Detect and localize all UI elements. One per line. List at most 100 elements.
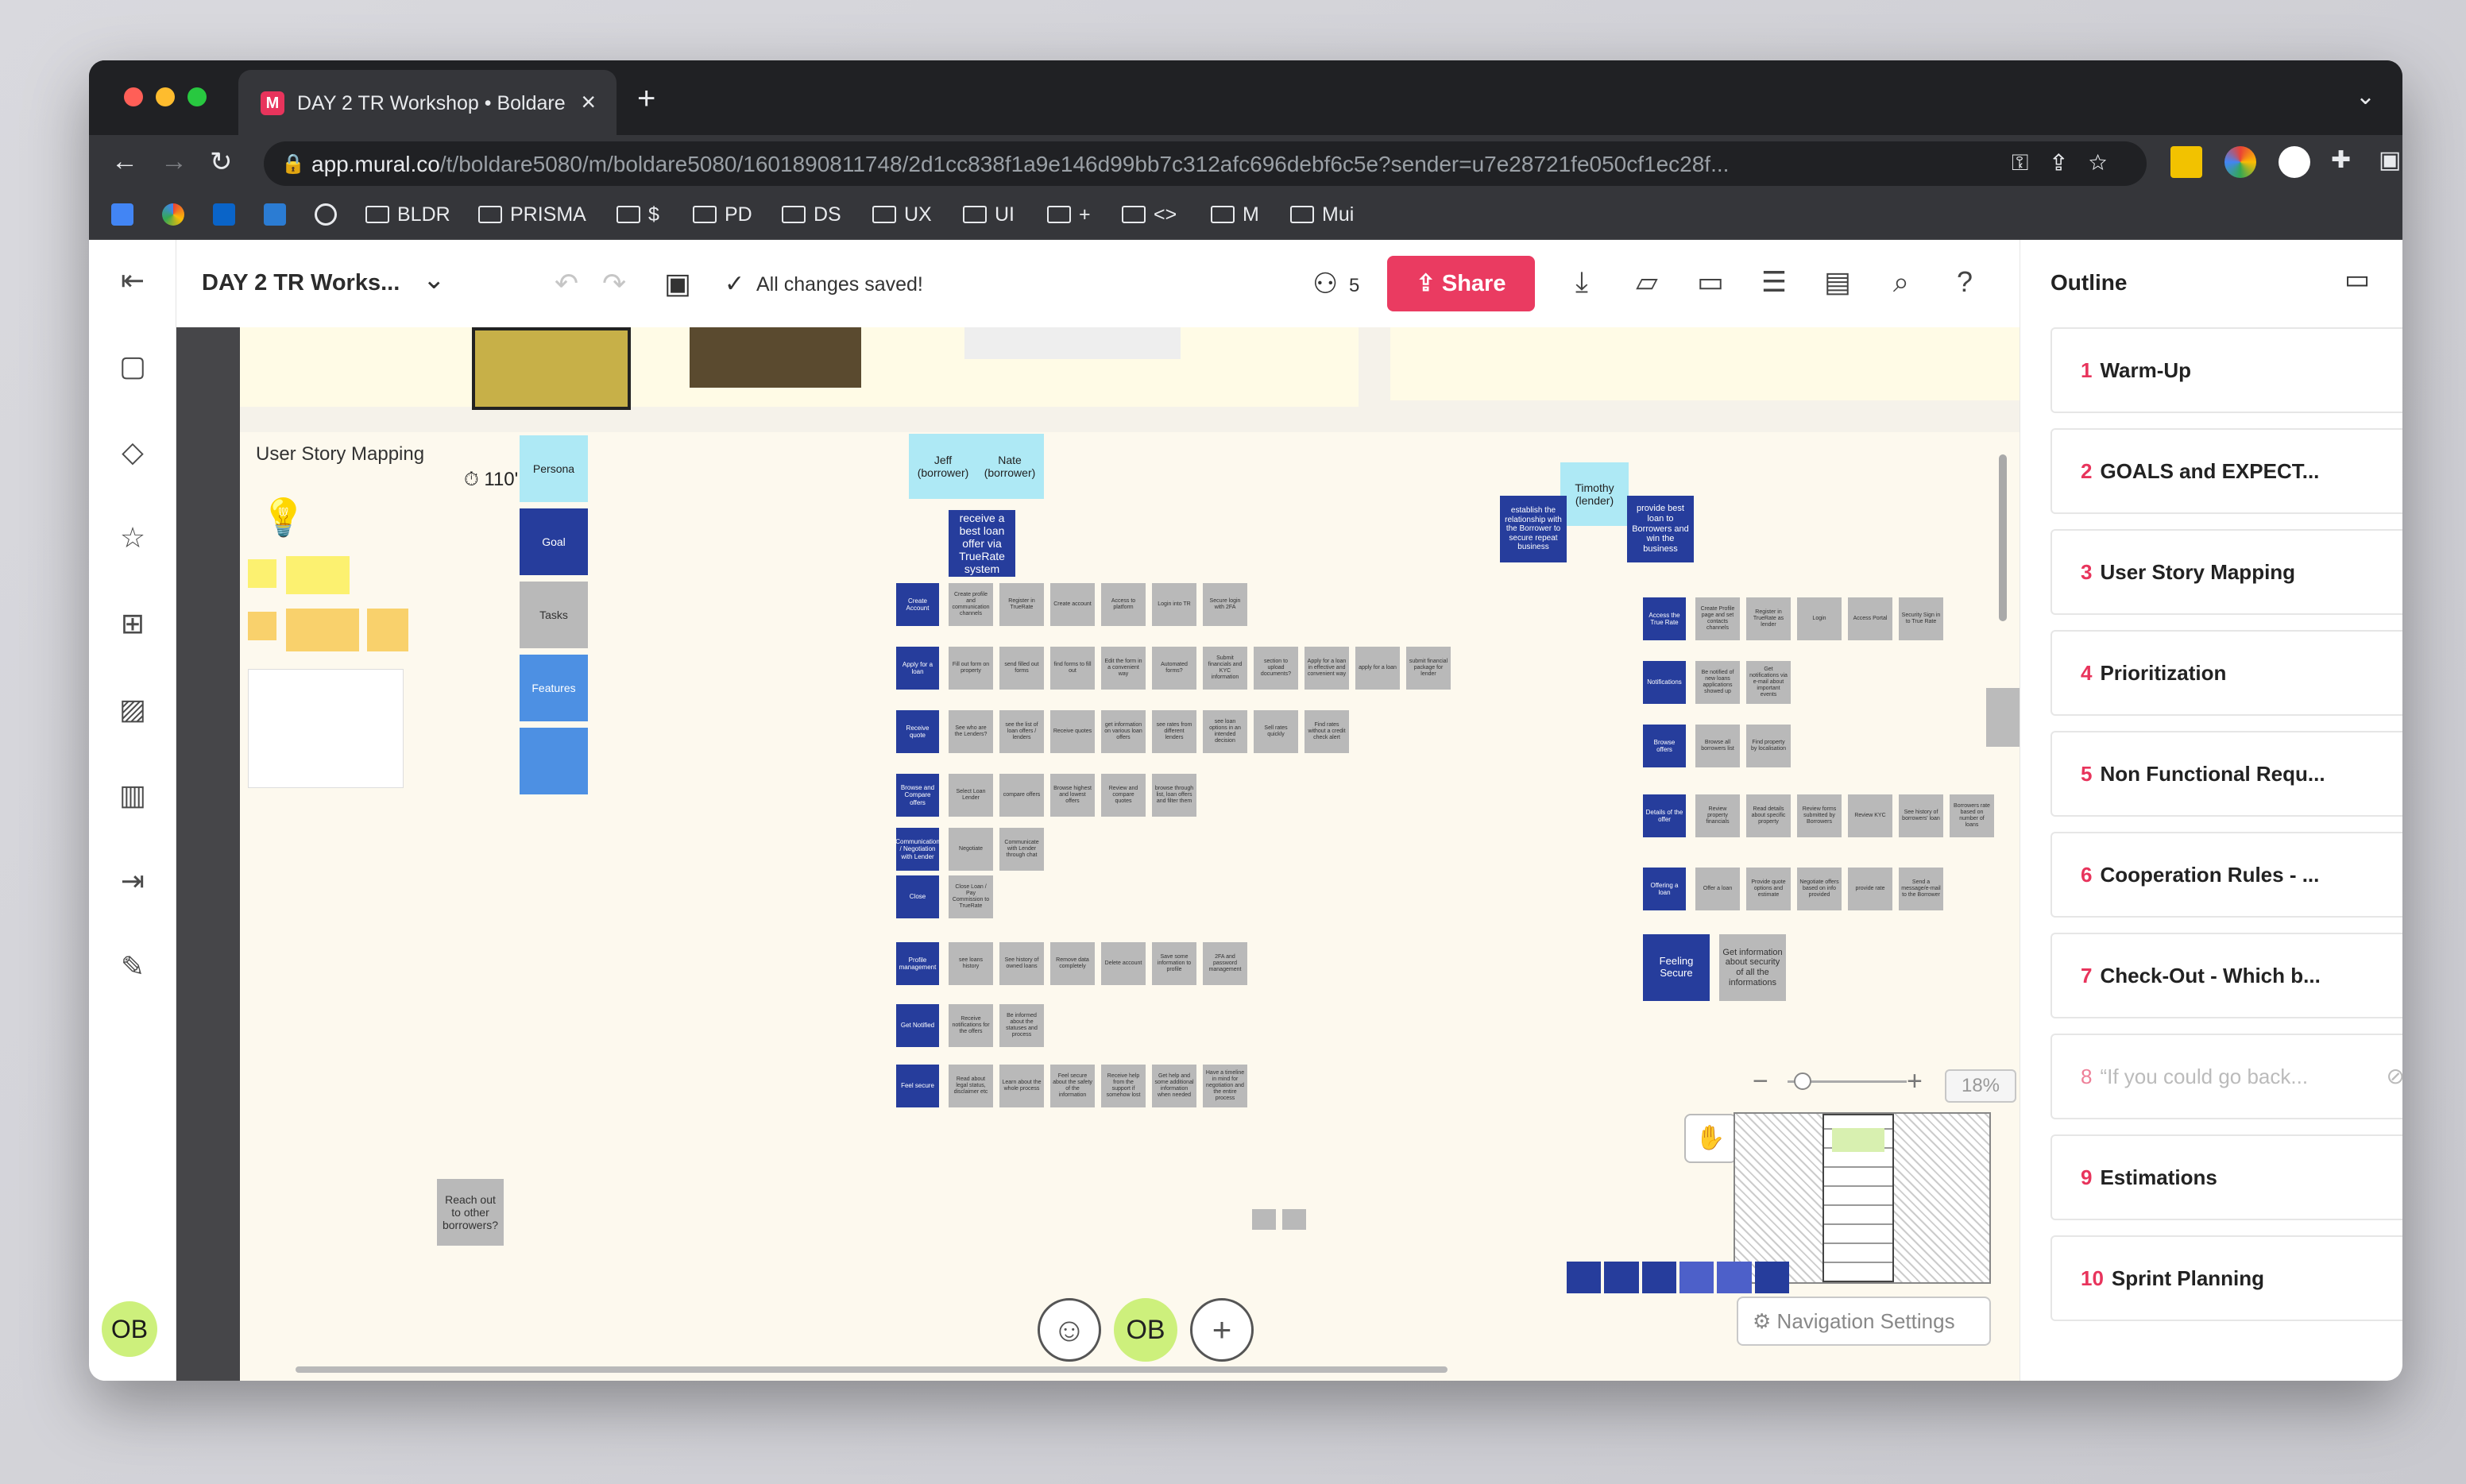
outline-item[interactable]: 8 “If you could go back... ⊘ [2050, 1034, 2402, 1119]
task-sticky[interactable]: Automated forms? [1152, 647, 1196, 690]
outline-item[interactable]: 10 Sprint Planning [2050, 1235, 2402, 1321]
small-sticky[interactable] [1282, 1209, 1306, 1230]
bookmark-folder-m[interactable]: M [1211, 203, 1259, 226]
task-sticky[interactable]: Access to platform [1101, 583, 1146, 626]
outline-item[interactable]: 4 Prioritization [2050, 630, 2402, 716]
reactions-smiley-icon[interactable]: ☺ [1038, 1298, 1101, 1362]
question-sticky[interactable]: Reach out to other borrowers? [437, 1179, 504, 1246]
task-sticky[interactable]: Get notifications via e-mail about impor… [1746, 661, 1791, 704]
task-sticky[interactable]: See history of borrowers' loan [1899, 794, 1943, 837]
activity-sticky[interactable]: Browse offers [1643, 725, 1686, 767]
bookmark-folder-pd[interactable]: PD [693, 203, 752, 226]
outline-item[interactable]: 2 GOALS and EXPECT... [2050, 428, 2402, 514]
task-sticky[interactable]: Browse all borrowers list [1695, 725, 1740, 767]
activity-sticky[interactable]: Apply for a loan [896, 647, 939, 690]
legend-features[interactable]: Features [520, 655, 588, 721]
add-icon[interactable]: + [1190, 1298, 1254, 1362]
tab-close-icon[interactable]: × [581, 87, 596, 117]
comments-icon[interactable]: ▭ [1691, 262, 1730, 302]
pan-hand-icon[interactable]: ✋ [1684, 1114, 1737, 1163]
url-bar[interactable]: 🔒 app.mural.co/t/boldare5080/m/boldare50… [264, 141, 2147, 186]
outline-item[interactable]: 6 Cooperation Rules - ... [2050, 832, 2402, 918]
zoom-in-icon[interactable]: + [1907, 1066, 1923, 1097]
outline-item[interactable]: 3 User Story Mapping [2050, 529, 2402, 615]
small-sticky[interactable] [1252, 1209, 1276, 1230]
outline-item[interactable]: 1 Warm-Up [2050, 327, 2402, 413]
task-sticky[interactable]: Fill out form on property [949, 647, 993, 690]
list-icon[interactable]: ▤ [1818, 262, 1857, 302]
task-sticky[interactable]: Receive help from the support if somehow… [1101, 1065, 1146, 1107]
navigation-settings-button[interactable]: ⚙ Navigation Settings [1737, 1297, 1991, 1346]
task-sticky[interactable]: Select Loan Lender [949, 774, 993, 817]
task-sticky[interactable]: Review forms submitted by Borrowers [1797, 794, 1842, 837]
task-sticky[interactable]: See history of owned loans [999, 942, 1044, 985]
calendar-bookmark-icon[interactable] [111, 203, 133, 226]
task-sticky[interactable]: Borrowers rate based on number of loans [1950, 794, 1994, 837]
bookmark-folder-dollar[interactable]: $ [616, 203, 659, 226]
exit-board-icon[interactable]: ⇤ [113, 261, 153, 300]
task-sticky[interactable]: Negotiate offers based on info provided [1797, 868, 1842, 910]
download-icon[interactable]: ⤓ [1562, 262, 1602, 302]
minimize-window-icon[interactable] [156, 87, 175, 106]
task-sticky[interactable]: Get information about security of all th… [1719, 934, 1786, 1001]
task-sticky[interactable]: send filled out forms [999, 647, 1044, 690]
activity-sticky[interactable]: Receive quote [896, 710, 939, 753]
activity-sticky[interactable]: Profile management [896, 942, 939, 985]
zoom-percent[interactable]: 18% [1945, 1069, 2016, 1103]
task-sticky[interactable]: Sell rates quickly [1254, 710, 1298, 753]
office-bookmark-icon[interactable] [264, 203, 286, 226]
bookmark-folder-ux[interactable]: UX [872, 203, 932, 226]
task-sticky[interactable]: Receive quotes [1050, 710, 1095, 753]
activity-icon[interactable]: ☰ [1754, 262, 1794, 302]
task-sticky[interactable]: Review KYC [1848, 794, 1892, 837]
share-page-icon[interactable]: ⇪ [2052, 150, 2089, 175]
task-sticky[interactable]: Send a message/e-mail to the Borrower [1899, 868, 1943, 910]
browser-tab[interactable]: M DAY 2 TR Workshop • Boldare × [238, 70, 616, 135]
shapes-icon[interactable]: ◇ [113, 432, 153, 472]
puzzle-icon[interactable]: ✚ [2331, 146, 2351, 174]
task-sticky[interactable]: Negotiate [949, 828, 993, 871]
activity-sticky[interactable]: Close [896, 875, 939, 918]
legend-goal[interactable]: Goal [520, 508, 588, 575]
persona-sticky[interactable]: Jeff (borrower) [909, 434, 977, 499]
goal-sticky[interactable]: receive a best loan offer via TrueRate s… [949, 510, 1015, 577]
legend-persona[interactable]: Persona [520, 435, 588, 502]
task-sticky[interactable]: Save some information to profile [1152, 942, 1196, 985]
bookmark-folder-mui[interactable]: Mui [1290, 203, 1354, 226]
draw-pencil-icon[interactable]: ✎ [113, 947, 153, 987]
task-sticky[interactable]: Delete account [1101, 942, 1146, 985]
task-sticky[interactable]: Edit the form in a convenient way [1101, 647, 1146, 690]
task-sticky[interactable]: Be notified of new loans applications sh… [1695, 661, 1740, 704]
task-sticky[interactable]: see loans history [949, 942, 993, 985]
icons-star-icon[interactable]: ☆ [113, 518, 153, 558]
new-tab-icon[interactable]: + [637, 81, 655, 117]
task-sticky[interactable]: browse through list, loan offers and fil… [1152, 774, 1196, 817]
user-avatar[interactable]: OB [102, 1301, 157, 1357]
sticky-note-icon[interactable]: ▢ [113, 346, 153, 386]
task-sticky[interactable]: Receive notifications for the offers [949, 1004, 993, 1047]
task-sticky[interactable]: Find property by localisation [1746, 725, 1791, 767]
persona-sticky[interactable]: Nate (borrower) [976, 434, 1044, 499]
bookmark-folder-ui[interactable]: UI [963, 203, 1015, 226]
legend-features-blank[interactable] [520, 728, 588, 794]
task-sticky[interactable]: see the list of loan offers / lenders [999, 710, 1044, 753]
outlook-bookmark-icon[interactable] [213, 203, 235, 226]
bookmark-folder-prisma[interactable]: PRISMA [478, 203, 586, 226]
task-sticky[interactable]: Find rates without a credit check alert [1305, 710, 1349, 753]
task-sticky[interactable]: Offer a loan [1695, 868, 1740, 910]
task-sticky[interactable]: apply for a loan [1355, 647, 1400, 690]
outline-toggle-icon[interactable]: ▣ [664, 267, 691, 300]
frameworks-icon[interactable]: ⊞ [113, 604, 153, 643]
extension-icon[interactable] [2170, 146, 2202, 178]
task-sticky[interactable]: Close Loan / Pay Commission to TrueRate [949, 875, 993, 918]
activity-sticky[interactable]: Access the True Rate [1643, 597, 1686, 640]
search-icon[interactable]: ⌕ [1881, 262, 1921, 302]
task-sticky[interactable]: Create profile and communication channel… [949, 583, 993, 626]
task-sticky[interactable]: section to upload documents? [1254, 647, 1298, 690]
task-sticky[interactable]: Create account [1050, 583, 1095, 626]
task-sticky[interactable]: Submit financials and KYC information [1203, 647, 1247, 690]
mural-title[interactable]: DAY 2 TR Works... [202, 270, 400, 296]
activity-sticky[interactable]: Offering a loan [1643, 868, 1686, 910]
task-sticky[interactable]: Provide quote options and estimate [1746, 868, 1791, 910]
task-sticky[interactable]: Review and compare quotes [1101, 774, 1146, 817]
